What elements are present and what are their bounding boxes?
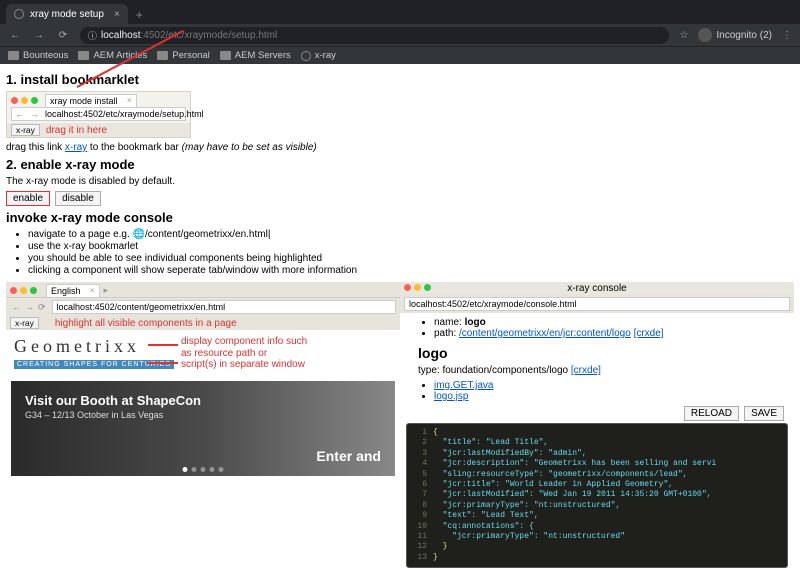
- bookmark-star-icon[interactable]: ☆: [679, 30, 688, 41]
- xray-drag-link[interactable]: x-ray: [65, 142, 87, 153]
- xray-url: localhost:4502/etc/xraymode/console.html: [404, 297, 790, 311]
- mini-browser-illustration: xray mode install× ← → localhost:4502/et…: [6, 91, 191, 138]
- drag-instruction: drag this link x-ray to the bookmark bar…: [6, 142, 794, 153]
- screenshot-xray-console: x-ray console localhost:4502/etc/xraymod…: [400, 282, 794, 568]
- script-link[interactable]: logo.jsp: [434, 391, 468, 402]
- component-type: type: foundation/components/logo [crxde]: [418, 365, 776, 376]
- url-host: localhost: [101, 30, 140, 41]
- bookmark-folder[interactable]: Bounteous: [8, 50, 68, 61]
- script-link[interactable]: img.GET.java: [434, 380, 493, 391]
- close-tab-icon[interactable]: ×: [114, 9, 120, 20]
- path-link[interactable]: /content/geometrixx/en/jcr:content/logo: [459, 328, 631, 339]
- traffic-light-close: [10, 287, 17, 294]
- traffic-light-min: [414, 284, 421, 291]
- browser-toolbar: ← → ⟳ ⓘ localhost :4502 /etc/xraymode/se…: [0, 24, 800, 46]
- list-item: use the x-ray bookmarlet: [28, 241, 794, 252]
- disable-button[interactable]: disable: [55, 191, 101, 206]
- enable-controls: enable disable: [6, 191, 794, 206]
- crxde-link[interactable]: [crxde]: [634, 328, 664, 339]
- crxde-link[interactable]: [crxde]: [571, 365, 601, 376]
- heading-enable: 2. enable x-ray mode: [6, 157, 794, 172]
- traffic-light-close: [404, 284, 411, 291]
- bookmark-folder[interactable]: AEM Servers: [220, 50, 291, 61]
- hero-cta: Enter and: [316, 448, 381, 464]
- info-path: path: /content/geometrixx/en/jcr:content…: [434, 328, 776, 339]
- traffic-light-max: [31, 97, 38, 104]
- reload-button[interactable]: RELOAD: [684, 406, 739, 421]
- traffic-light-min: [21, 97, 28, 104]
- traffic-light-min: [20, 287, 27, 294]
- heading-install: 1. install bookmarklet: [6, 72, 794, 87]
- site-info-icon[interactable]: ⓘ: [88, 29, 97, 42]
- carousel-dots: [181, 467, 226, 472]
- json-code-editor[interactable]: 1{ 2 "title": "Lead Title", 3 "jcr:lastM…: [406, 423, 788, 568]
- disabled-note: The x-ray mode is disabled by default.: [6, 176, 794, 187]
- arrow-red-icon: [148, 362, 178, 364]
- bookmark-folder[interactable]: Personal: [157, 50, 210, 61]
- tab-title: xray mode setup: [30, 9, 104, 20]
- traffic-light-max: [30, 287, 37, 294]
- hero-subtitle: G34 – 12/13 October in Las Vegas: [25, 410, 381, 420]
- browser-tab[interactable]: xray mode setup ×: [6, 4, 128, 24]
- bookmarks-bar: Bounteous AEM Articles Personal AEM Serv…: [0, 46, 800, 64]
- list-item: you should be able to see individual com…: [28, 253, 794, 264]
- geometrixx-header: Geometrixx CREATING SHAPES FOR CENTURIES…: [6, 330, 400, 375]
- save-button[interactable]: SAVE: [744, 406, 784, 421]
- forward-icon[interactable]: →: [32, 30, 46, 41]
- script-link-item: logo.jsp: [434, 391, 776, 402]
- incognito-badge[interactable]: Incognito (2): [698, 28, 772, 42]
- xray-bookmarklet: x-ray: [10, 317, 39, 329]
- screenshot-geometrixx: English× ▸ ← → ⟳ localhost:4502/content/…: [6, 282, 400, 568]
- xray-window-title: x-ray console: [400, 282, 794, 295]
- traffic-light-max: [424, 284, 431, 291]
- mini-xray-bookmarklet: x-ray: [11, 124, 40, 136]
- script-link-item: img.GET.java: [434, 380, 776, 391]
- component-heading: logo: [418, 345, 776, 361]
- hero-carousel: Visit our Booth at ShapeCon G34 – 12/13 …: [11, 381, 395, 476]
- xray-info: name: logo path: /content/geometrixx/en/…: [400, 313, 794, 406]
- list-item: clicking a component will show seperate …: [28, 265, 794, 276]
- url-port: :4502: [140, 30, 165, 41]
- mini-back-icon: ←: [15, 109, 24, 119]
- arrow-red-icon: [148, 344, 178, 346]
- favicon-placeholder: [14, 9, 24, 19]
- info-name: name: logo: [434, 317, 776, 328]
- address-bar[interactable]: ⓘ localhost :4502 /etc/xraymode/setup.ht…: [80, 27, 669, 44]
- incognito-icon: [698, 28, 712, 42]
- back-icon[interactable]: ←: [8, 30, 22, 41]
- new-tab-button[interactable]: +: [136, 8, 143, 22]
- heading-invoke: invoke x-ray mode console: [6, 210, 794, 225]
- mini-reload-icon: ⟳: [38, 302, 46, 313]
- reload-icon[interactable]: ⟳: [56, 30, 70, 41]
- drag-hint-text: drag it in here: [46, 125, 107, 136]
- mini-forward-icon: →: [30, 109, 39, 119]
- mini-forward-icon: →: [25, 302, 34, 312]
- hero-title: Visit our Booth at ShapeCon: [25, 393, 381, 408]
- page-content: 1. install bookmarklet xray mode install…: [0, 64, 800, 572]
- traffic-light-close: [11, 97, 18, 104]
- mini-tab: xray mode install×: [45, 94, 137, 107]
- mini-url-bar: ← → localhost:4502/etc/xraymode/setup.ht…: [11, 107, 186, 121]
- bookmark-xray[interactable]: x-ray: [301, 50, 336, 61]
- mini-tab: English×: [46, 284, 100, 297]
- mini-bookmark-bar: x-ray drag it in here: [7, 123, 190, 137]
- callout-component-info: display component info such as resource …: [181, 336, 307, 371]
- callout-highlight: highlight all visible components in a pa…: [55, 318, 237, 329]
- mini-url-text: localhost:4502/content/geometrixx/en.htm…: [52, 300, 396, 314]
- overflow-menu-icon[interactable]: ⋮: [782, 30, 792, 41]
- screenshots-row: English× ▸ ← → ⟳ localhost:4502/content/…: [6, 282, 794, 568]
- browser-tab-strip: xray mode setup × +: [0, 0, 800, 24]
- instruction-list: navigate to a page e.g. 🌐/content/geomet…: [28, 229, 794, 276]
- new-tab-icon: ▸: [104, 285, 109, 296]
- mini-back-icon: ←: [12, 302, 21, 312]
- enable-button[interactable]: enable: [6, 191, 50, 206]
- list-item: navigate to a page e.g. 🌐/content/geomet…: [28, 229, 794, 240]
